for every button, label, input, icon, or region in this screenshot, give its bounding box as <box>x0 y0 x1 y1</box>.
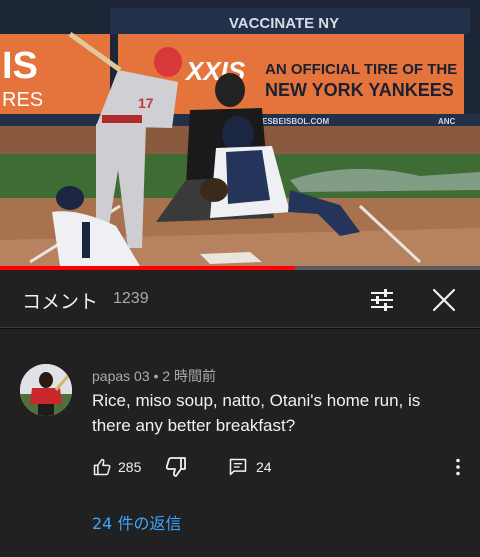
reply-button[interactable]: 24 <box>228 455 272 479</box>
comment-icon <box>229 458 247 476</box>
comment-actions: 285 24 <box>92 455 472 479</box>
video-frame-image: VACCINATE NY IS RES XXIS AN OFFICIAL TIR… <box>0 0 480 266</box>
more-vert-icon <box>456 458 460 476</box>
ad-logo: ANC <box>438 117 456 126</box>
meta-separator: • <box>153 368 159 384</box>
comments-title: コメント <box>22 291 99 313</box>
batter-number: 17 <box>138 95 154 111</box>
like-button[interactable]: 285 <box>92 455 141 479</box>
more-actions-button[interactable] <box>446 455 470 479</box>
like-count: 285 <box>118 459 142 475</box>
ad-left-text2: RES <box>2 89 43 111</box>
avatar[interactable] <box>20 364 72 416</box>
comments-panel-header: コメント 1239 <box>0 270 480 328</box>
ad-line1: AN OFFICIAL TIRE OF THE <box>265 61 457 78</box>
dislike-button[interactable] <box>164 455 188 479</box>
sliders-icon <box>371 289 393 311</box>
comments-count: 1239 <box>113 290 149 307</box>
video-player[interactable]: VACCINATE NY IS RES XXIS AN OFFICIAL TIR… <box>0 0 480 266</box>
view-replies-link[interactable]: 24 件の返信 <box>92 510 181 534</box>
comment-text: Rice, miso soup, natto, Otani's home run… <box>92 391 421 435</box>
comment-meta: papas 03 • 2 時間前 <box>92 366 216 386</box>
thumbs-down-icon <box>165 457 186 477</box>
avatar-image <box>20 364 72 416</box>
ad-left-text: IS <box>2 45 38 87</box>
comment-author[interactable]: papas 03 <box>92 368 150 384</box>
ad-line2: NEW YORK YANKEES <box>265 80 454 100</box>
comment-time: 2 時間前 <box>162 368 216 384</box>
reply-count: 24 <box>256 459 272 475</box>
close-icon <box>432 288 456 312</box>
ad-url: ESBEISBOL.COM <box>262 117 329 126</box>
thumbs-up-icon <box>93 458 111 476</box>
comments-list <box>0 329 480 557</box>
close-button[interactable] <box>428 284 460 316</box>
ad-banner-top: VACCINATE NY <box>229 15 339 32</box>
sort-filter-button[interactable] <box>366 284 398 316</box>
